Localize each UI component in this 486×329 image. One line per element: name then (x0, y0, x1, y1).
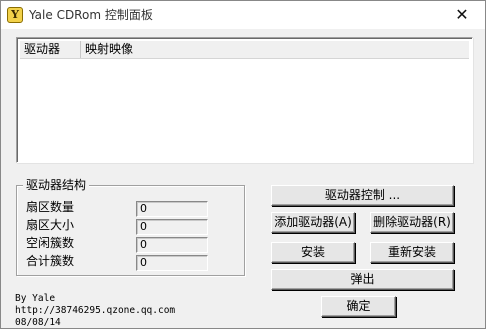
drive-list-header: 驱动器 映射映像 (20, 41, 469, 59)
window-title: Yale CDRom 控制面板 (29, 8, 153, 22)
sector-count-field: 0 (136, 201, 208, 217)
ok-button[interactable]: 确定 (321, 296, 396, 317)
column-header-mapped-image[interactable]: 映射映像 (81, 41, 469, 58)
drive-structure-group: 驱动器结构 扇区数量 0 扇区大小 0 空闲簇数 0 合计簇数 0 (16, 177, 245, 276)
sector-size-label: 扇区大小 (26, 218, 75, 232)
sector-size-field: 0 (136, 219, 208, 235)
install-button[interactable]: 安装 (271, 242, 355, 263)
sector-count-label: 扇区数量 (26, 200, 75, 214)
reinstall-button[interactable]: 重新安装 (370, 242, 454, 263)
app-icon[interactable]: Y (7, 7, 23, 23)
drive-control-button[interactable]: 驱动器控制 ... (271, 185, 454, 206)
title-bar[interactable]: Y Yale CDRom 控制面板 ✕ (1, 1, 485, 29)
free-clusters-label: 空闲簇数 (26, 236, 75, 250)
author-url[interactable]: http://38746295.qzone.qq.com (15, 305, 175, 317)
free-clusters-field: 0 (136, 237, 208, 253)
group-title: 驱动器结构 (23, 177, 90, 193)
total-clusters-label: 合计簇数 (26, 254, 75, 268)
total-clusters-field: 0 (136, 255, 208, 271)
remove-drive-button[interactable]: 删除驱动器(R) (370, 212, 454, 233)
build-date: 08/08/14 (15, 317, 61, 328)
eject-button[interactable]: 弹出 (271, 269, 454, 290)
author-text: By Yale (15, 293, 56, 304)
drive-list[interactable]: 驱动器 映射映像 (16, 37, 473, 163)
add-drive-button[interactable]: 添加驱动器(A) (271, 212, 355, 233)
column-header-drive[interactable]: 驱动器 (20, 41, 81, 58)
control-panel-window: Y Yale CDRom 控制面板 ✕ 驱动器 映射映像 驱动器结构 扇区数量 … (0, 0, 486, 329)
close-icon[interactable]: ✕ (439, 1, 485, 29)
